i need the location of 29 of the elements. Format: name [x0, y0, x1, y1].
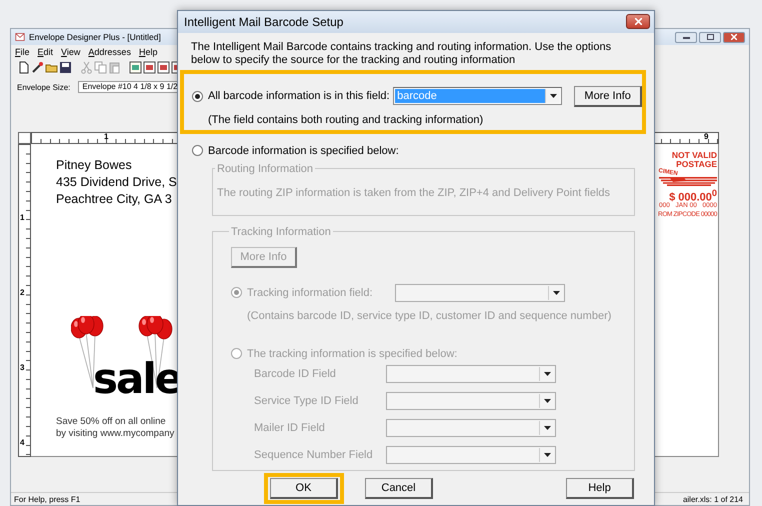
option-label: The tracking information is specified below:: [247, 348, 458, 360]
group-title: Tracking Information: [230, 226, 332, 238]
postage-heading: POSTAGE: [676, 160, 717, 169]
window-title: Envelope Designer Plus - [Untitled]: [29, 32, 162, 42]
routing-text: The routing ZIP information is taken from the ZIP, ZIP+4 and Delivery Point fields: [217, 186, 612, 199]
promo-text: Save 50% off on all online: [56, 416, 167, 428]
sale-headline: sale: [93, 356, 182, 402]
status-text: ailer.xls: 1 of 214: [682, 494, 743, 504]
address-line: Pitney Bowes: [56, 157, 133, 174]
option-label: Barcode information is specified below:: [208, 144, 399, 157]
vertical-ruler: 1 2 3 4: [18, 144, 31, 457]
status-text: For Help, press F1: [14, 494, 80, 504]
group-title: Routing Information: [216, 162, 314, 175]
intro-text: The Intelligent Mail Barcode contains tracking and routing information. Use the options below to specify the source for the tracking and routing information: [191, 40, 612, 67]
promo-text: by visiting www.mycompany: [56, 428, 174, 440]
address-line: 435 Dividend Drive, S: [56, 174, 177, 191]
dialog-title: Intelligent Mail Barcode Setup: [184, 14, 344, 29]
postage-heading: NOT VALID: [672, 151, 717, 160]
option-note: (Contains barcode ID, service type ID, customer ID and sequence number): [247, 310, 612, 322]
field-label: Sequence Number Field: [254, 448, 374, 461]
field-label: Mailer ID Field: [254, 422, 326, 434]
postage-amount: $ 000.00$^{0}$: [669, 187, 717, 204]
field-label: Envelope Size:: [17, 82, 70, 92]
option-label: All barcode information is in this field:: [208, 90, 391, 102]
option-label: Tracking information field:: [247, 286, 374, 299]
option-note: (The field contains both routing and tracking information): [208, 114, 484, 126]
field-label: Service Type ID Field: [254, 394, 360, 407]
field-label: Barcode ID Field: [254, 368, 337, 380]
address-line: Peachtree City, GA 3: [56, 191, 173, 208]
